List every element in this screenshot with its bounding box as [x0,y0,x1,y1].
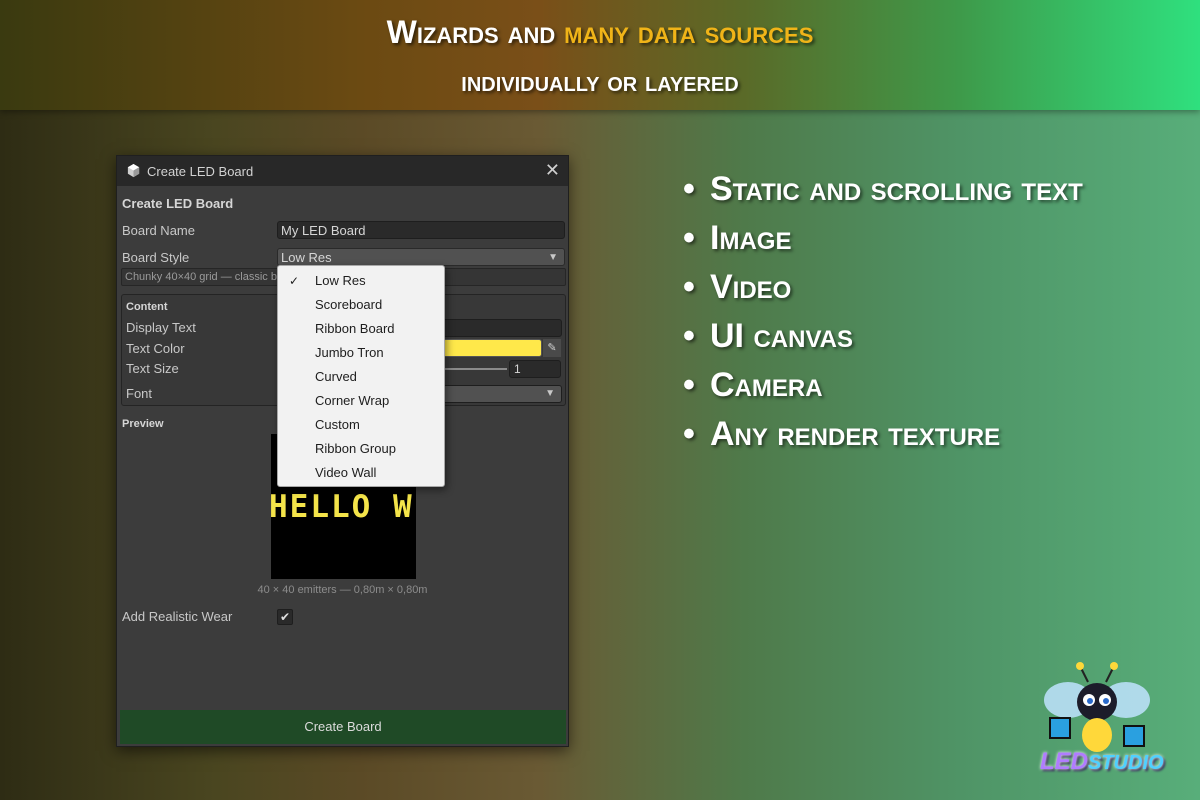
banner-headline-highlight: many data sources [564,14,814,50]
feature-item: • Static and scrolling text [683,170,1083,208]
led-studio-logo-text: LEDSTUDIO [1040,748,1164,775]
top-banner: Wizards and many data sources individual… [0,0,1200,110]
menu-item-ribbon-group[interactable]: Ribbon Group [278,437,444,461]
preview-title: Preview [122,418,164,430]
preview-caption: 40 × 40 emitters — 0,80m × 0,80m [257,584,428,596]
text-color-label: Text Color [126,341,185,356]
checkmark-icon: ✓ [289,274,300,288]
menu-item-corner-wrap[interactable]: Corner Wrap [278,389,444,413]
board-name-label: Board Name [122,223,195,238]
unity-cube-icon [127,163,140,178]
banner-headline-text: Wizards and [386,14,565,50]
display-text-label: Display Text [126,320,196,335]
feature-item: • Any render texture [683,415,1001,453]
banner-headline: Wizards and many data sources [0,14,1200,51]
menu-item-jumbo-tron[interactable]: Jumbo Tron [278,341,444,365]
eyedropper-icon[interactable]: ✎ [543,339,561,357]
close-icon[interactable]: ✕ [545,160,560,181]
menu-item-scoreboard[interactable]: Scoreboard [278,293,444,317]
feature-list: • Static and scrolling text • Image • Video… [683,170,1183,464]
menu-item-ribbon-board[interactable]: Ribbon Board [278,317,444,341]
menu-item-video-wall[interactable]: Video Wall [278,461,444,485]
text-size-input[interactable]: 1 [509,360,561,378]
banner-subheadline: individually or layered [461,66,739,97]
window-title: Create LED Board [147,164,254,179]
board-name-input[interactable]: My LED Board [277,221,565,239]
font-label: Font [126,386,153,401]
menu-item-custom[interactable]: Custom [278,413,444,437]
create-board-button[interactable]: Create Board [120,710,566,744]
preview-text: HELLO W [271,489,414,525]
feature-item: • Camera [683,366,823,404]
feature-item: • Image [683,219,792,257]
feature-item: • UI canvas [683,317,854,355]
board-style-value: Low Res [281,250,332,265]
board-style-select[interactable]: Low Res ▼ [277,248,565,266]
realistic-wear-label: Add Realistic Wear [122,609,233,624]
window-titlebar[interactable]: Create LED Board ✕ [117,156,568,186]
content-title: Content [126,301,168,313]
board-style-dropdown-menu: ✓ Low Res Scoreboard Ribbon Board Jumbo … [277,265,445,487]
menu-item-low-res[interactable]: ✓ Low Res [278,269,444,293]
board-style-label: Board Style [122,250,190,265]
checkmark-icon: ✔ [279,610,291,624]
text-size-label: Text Size [126,361,179,376]
dropdown-arrow-icon: ▼ [548,252,558,263]
realistic-wear-checkbox[interactable]: ✔ [277,609,293,625]
feature-item: • Video [683,268,792,306]
section-title: Create LED Board [122,196,234,211]
font-dropdown-arrow-icon: ▼ [545,388,555,399]
menu-item-curved[interactable]: Curved [278,365,444,389]
